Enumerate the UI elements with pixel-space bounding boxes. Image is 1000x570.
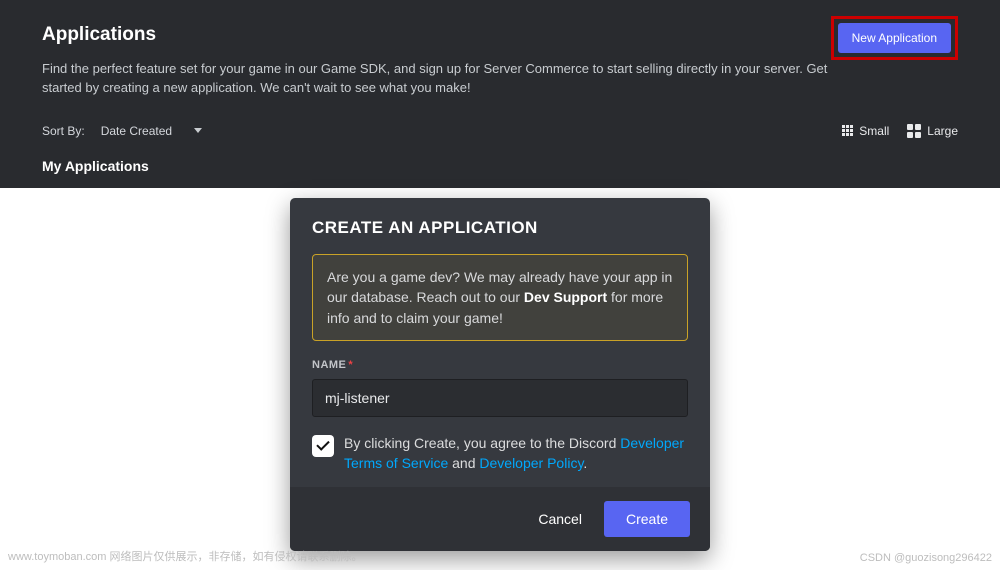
sort-by-value: Date Created — [101, 124, 172, 138]
sort-by-group: Sort By: Date Created — [42, 120, 208, 142]
my-applications-heading: My Applications — [42, 158, 958, 174]
sort-by-label: Sort By: — [42, 124, 85, 138]
small-grid-icon — [842, 125, 853, 136]
agree-checkbox[interactable] — [312, 435, 334, 457]
create-button[interactable]: Create — [604, 501, 690, 537]
dev-support-info: Are you a game dev? We may already have … — [312, 254, 688, 341]
name-field-label: NAME* — [312, 359, 688, 371]
developer-policy-link[interactable]: Developer Policy — [479, 455, 583, 471]
create-application-modal: CREATE AN APPLICATION Are you a game dev… — [290, 198, 710, 551]
name-input[interactable] — [312, 379, 688, 417]
view-large-label: Large — [927, 124, 958, 138]
large-grid-icon — [907, 124, 921, 138]
new-application-highlight: New Application — [831, 16, 958, 60]
checkmark-icon — [316, 438, 329, 451]
page-title: Applications — [42, 24, 156, 46]
sort-by-select[interactable]: Date Created — [95, 120, 208, 142]
name-label-text: NAME — [312, 359, 346, 371]
modal-title: CREATE AN APPLICATION — [312, 218, 688, 238]
applications-header: Applications New Application Find the pe… — [0, 0, 1000, 188]
agree-prefix: By clicking Create, you agree to the Dis… — [344, 435, 620, 451]
agree-row: By clicking Create, you agree to the Dis… — [312, 433, 688, 474]
watermark-right: CSDN @guozisong296422 — [860, 552, 992, 564]
new-application-button[interactable]: New Application — [838, 23, 951, 53]
agree-text: By clicking Create, you agree to the Dis… — [344, 433, 688, 474]
page-description: Find the perfect feature set for your ga… — [42, 60, 862, 98]
view-small-label: Small — [859, 124, 889, 138]
chevron-down-icon — [194, 128, 202, 133]
view-size-group: Small Large — [842, 124, 958, 138]
agree-mid: and — [448, 455, 479, 471]
agree-suffix: . — [583, 455, 587, 471]
view-small-option[interactable]: Small — [842, 124, 889, 138]
cancel-button[interactable]: Cancel — [538, 511, 582, 527]
required-asterisk: * — [348, 359, 353, 371]
view-large-option[interactable]: Large — [907, 124, 958, 138]
watermark-left: www.toymoban.com 网络图片仅供展示，非存储，如有侵权请联系删除。 — [8, 548, 362, 564]
info-strong: Dev Support — [524, 289, 607, 305]
modal-footer: Cancel Create — [290, 487, 710, 551]
